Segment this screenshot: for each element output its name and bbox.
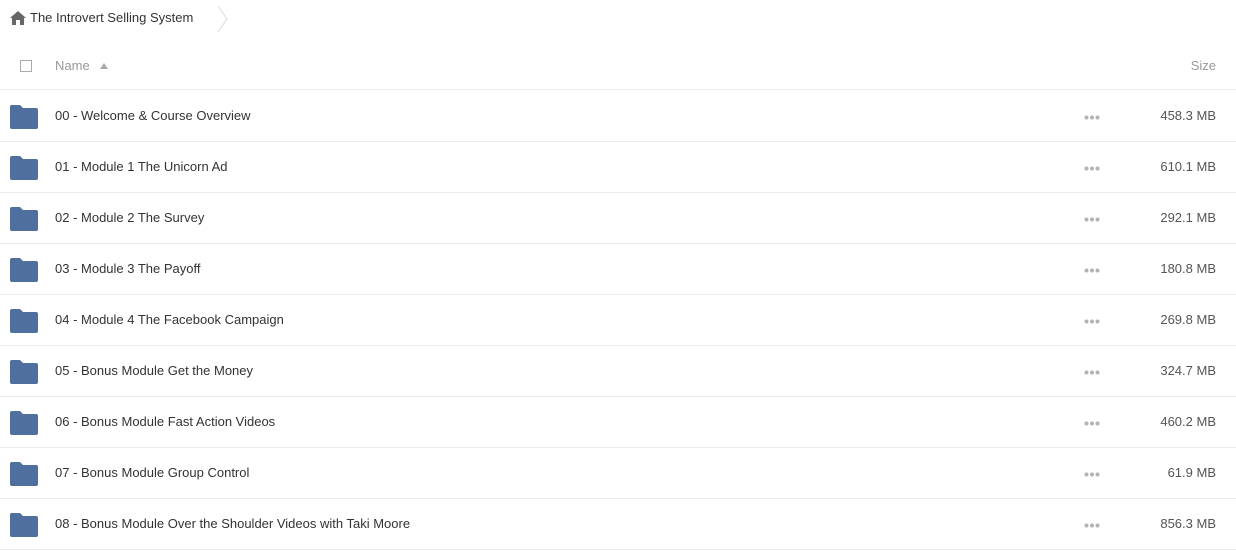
folder-icon [10,156,38,180]
table-row[interactable]: 06 - Bonus Module Fast Action Videos 460.… [0,397,1236,448]
file-name[interactable]: 05 - Bonus Module Get the Money [55,363,253,378]
file-size: 458.3 MB [1160,108,1216,123]
more-options-icon[interactable] [1084,370,1100,375]
file-size: 61.9 MB [1167,465,1216,480]
breadcrumb-current[interactable]: The Introvert Selling System [30,10,193,25]
folder-icon [10,207,38,231]
file-name[interactable]: 06 - Bonus Module Fast Action Videos [55,414,275,429]
file-size: 292.1 MB [1160,210,1216,225]
file-name[interactable]: 00 - Welcome & Course Overview [55,108,251,123]
name-column-header[interactable]: Name [55,58,90,73]
sort-ascending-icon[interactable] [100,63,108,69]
table-row[interactable]: 01 - Module 1 The Unicorn Ad 610.1 MB [0,142,1236,193]
file-size: 460.2 MB [1160,414,1216,429]
file-name[interactable]: 02 - Module 2 The Survey [55,210,204,225]
file-name[interactable]: 03 - Module 3 The Payoff [55,261,201,276]
folder-icon [10,309,38,333]
folder-icon [10,105,38,129]
file-name[interactable]: 07 - Bonus Module Group Control [55,465,249,480]
more-options-icon[interactable] [1084,319,1100,324]
folder-icon [10,462,38,486]
breadcrumb: The Introvert Selling System [0,0,1236,38]
file-size: 856.3 MB [1160,516,1216,531]
file-size: 324.7 MB [1160,363,1216,378]
more-options-icon[interactable] [1084,472,1100,477]
select-all-checkbox[interactable] [20,60,32,72]
breadcrumb-separator-icon [217,5,228,33]
table-row[interactable]: 02 - Module 2 The Survey 292.1 MB [0,193,1236,244]
folder-icon [10,513,38,537]
file-name[interactable]: 01 - Module 1 The Unicorn Ad [55,159,227,174]
table-row[interactable]: 03 - Module 3 The Payoff 180.8 MB [0,244,1236,295]
file-name[interactable]: 04 - Module 4 The Facebook Campaign [55,312,284,327]
table-row[interactable]: 04 - Module 4 The Facebook Campaign 269.8… [0,295,1236,346]
more-options-icon[interactable] [1084,268,1100,273]
folder-icon [10,258,38,282]
file-size: 180.8 MB [1160,261,1216,276]
list-header: Name Size [0,40,1236,90]
more-options-icon[interactable] [1084,421,1100,426]
file-list: 00 - Welcome & Course Overview 458.3 MB 01… [0,91,1236,550]
table-row[interactable]: 00 - Welcome & Course Overview 458.3 MB [0,91,1236,142]
table-row[interactable]: 05 - Bonus Module Get the Money 324.7 MB [0,346,1236,397]
more-options-icon[interactable] [1084,166,1100,171]
home-icon[interactable] [10,11,26,25]
table-row[interactable]: 07 - Bonus Module Group Control 61.9 MB [0,448,1236,499]
table-row[interactable]: 08 - Bonus Module Over the Shoulder Vide… [0,499,1236,550]
size-column-header[interactable]: Size [1191,58,1216,73]
file-name[interactable]: 08 - Bonus Module Over the Shoulder Vide… [55,516,410,531]
folder-icon [10,360,38,384]
folder-icon [10,411,38,435]
more-options-icon[interactable] [1084,115,1100,120]
more-options-icon[interactable] [1084,217,1100,222]
file-size: 610.1 MB [1160,159,1216,174]
more-options-icon[interactable] [1084,523,1100,528]
file-size: 269.8 MB [1160,312,1216,327]
